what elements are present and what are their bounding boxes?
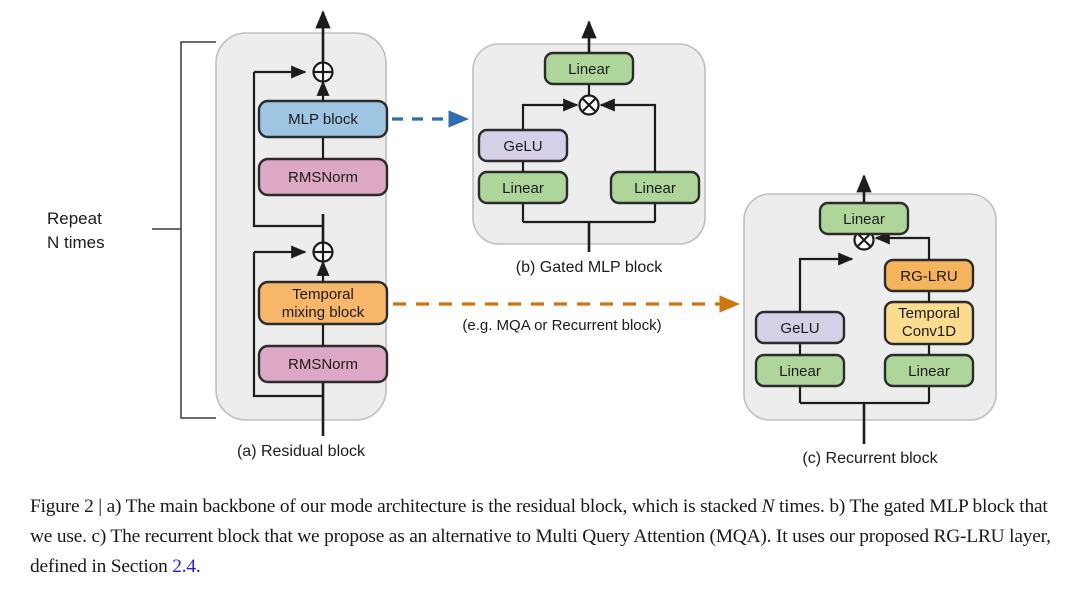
panel-b-block-linear-output: Linear (543, 51, 635, 86)
block-mlp: MLP block (257, 99, 389, 139)
block-rmsnorm-lower: RMSNorm (257, 344, 389, 384)
panel-c-block-gelu-label: GeLU (780, 320, 819, 337)
repeat-annotation-line2: N times (47, 233, 105, 252)
panel-c-block-temporal-conv1d-label-line1: Temporal (898, 305, 960, 322)
panel-c-recurrent-block: Linear GeLU Linear Temporal Conv1D RG-LR… (743, 174, 997, 467)
caption-part1: a) The main backbone of our mode archite… (106, 496, 762, 517)
panel-b-block-gelu: GeLU (477, 128, 569, 163)
block-temporal-mixing: Temporal mixing block (257, 280, 389, 326)
panel-b-block-gelu-label: GeLU (503, 138, 542, 155)
connector-temporal-to-recurrent-label: (e.g. MQA or Recurrent block) (462, 317, 661, 334)
connector-temporal-to-recurrent: (e.g. MQA or Recurrent block) (393, 295, 741, 334)
panel-c-caption: (c) Recurrent block (802, 450, 938, 467)
panel-b-caption: (b) Gated MLP block (516, 259, 663, 276)
panel-b-block-linear-right-label: Linear (634, 180, 676, 197)
caption-prefix: Figure 2 | (30, 496, 107, 517)
panel-c-block-linear-right-label: Linear (908, 363, 950, 380)
panel-c-block-linear-output: Linear (818, 201, 910, 236)
block-rmsnorm-upper-label: RMSNorm (288, 169, 358, 186)
block-temporal-mixing-label-line1: Temporal (292, 286, 354, 303)
panel-c-block-rg-lru: RG-LRU (883, 258, 975, 293)
block-rmsnorm-lower-label: RMSNorm (288, 356, 358, 373)
caption-italic-n: N (761, 496, 775, 517)
block-temporal-mixing-label-line2: mixing block (282, 304, 365, 321)
panel-b-block-linear-right: Linear (609, 170, 701, 205)
block-mlp-label: MLP block (288, 111, 358, 128)
block-rmsnorm-upper: RMSNorm (257, 157, 389, 197)
panel-a-residual-block: Repeat N times RMSNorm Temporal mixing b… (47, 10, 389, 460)
panel-b-block-linear-left: Linear (477, 170, 569, 205)
panel-b-block-linear-left-label: Linear (502, 180, 544, 197)
panel-c-block-rg-lru-label: RG-LRU (900, 268, 958, 285)
panel-b-gated-mlp-block: Linear GeLU Linear Linear (b) Gated MLP … (472, 20, 706, 276)
repeat-bracket (152, 41, 216, 419)
figure-caption: Figure 2 | a) The main backbone of our m… (30, 492, 1052, 582)
panel-a-caption: (a) Residual block (237, 443, 366, 460)
panel-c-block-linear-right: Linear (883, 353, 975, 388)
panel-b-operator-multiply (578, 94, 600, 116)
panel-b-block-linear-output-label: Linear (568, 61, 610, 78)
caption-section-link[interactable]: 2.4 (172, 556, 196, 577)
panel-c-block-temporal-conv1d-label-line2: Conv1D (902, 323, 956, 340)
operator-residual-add-lower (312, 241, 334, 263)
figure-diagram: Repeat N times RMSNorm Temporal mixing b… (0, 0, 1080, 480)
panel-c-block-gelu: GeLU (754, 310, 846, 345)
panel-c-block-temporal-conv1d: Temporal Conv1D (883, 300, 975, 346)
architecture-diagram-svg: Repeat N times RMSNorm Temporal mixing b… (47, 10, 997, 467)
repeat-annotation-line1: Repeat (47, 209, 102, 228)
panel-c-block-linear-left: Linear (754, 353, 846, 388)
panel-c-block-linear-left-label: Linear (779, 363, 821, 380)
caption-suffix: . (195, 556, 201, 577)
panel-c-block-linear-output-label: Linear (843, 211, 885, 228)
operator-residual-add-upper (312, 61, 334, 83)
